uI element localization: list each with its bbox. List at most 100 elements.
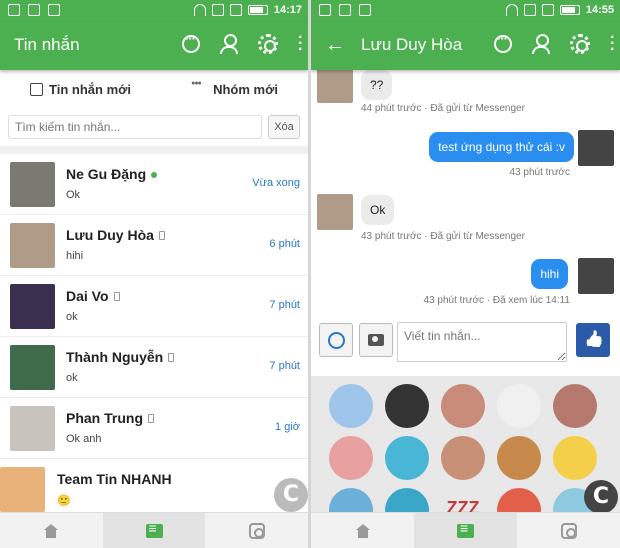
conversation-name: Lưu Duy Hòa (66, 227, 165, 243)
status-bar: 14:17 (0, 0, 308, 22)
avatar (317, 67, 353, 103)
notification-icon (339, 4, 351, 16)
page-title: Tin nhắn (14, 35, 80, 54)
sticker-panel: ZZZ (311, 376, 620, 532)
message-bubble-out: hihi (531, 259, 568, 289)
avatar (10, 345, 55, 390)
instagram-icon (560, 522, 577, 539)
conversation-preview: ok (66, 372, 78, 384)
conversation-list-screen: 14:17 Tin nhắn ··· Tin nhắn mới Nhóm mới… (0, 0, 308, 548)
new-message-button[interactable]: Tin nhắn mới (30, 82, 131, 97)
conversation-preview: ok (66, 311, 78, 323)
conversation-row[interactable]: Team Tin NHANH🙂T7 (0, 459, 308, 519)
mobile-icon (113, 292, 120, 301)
home-icon (43, 523, 59, 538)
message-meta: 43 phút trước · Đã gửi từ Messenger (361, 231, 525, 242)
message-meta: 44 phút trước · Đã gửi từ Messenger (361, 103, 525, 114)
status-time: 14:17 (273, 4, 302, 16)
chat-icon (145, 520, 163, 538)
conversation-name: Dai Vo (66, 288, 120, 304)
conversation-row[interactable]: Ne Gu Đặng Ok Vừa xong (0, 154, 308, 215)
avatar (10, 284, 55, 329)
sticker-item[interactable] (385, 384, 429, 428)
search-row: Xóa (0, 108, 308, 154)
conversation-name: Team Tin NHANH (57, 471, 172, 487)
gear-icon[interactable] (258, 34, 278, 54)
chat-icon (457, 520, 474, 538)
sim-icon (541, 4, 554, 16)
user-add-icon[interactable] (532, 34, 550, 54)
like-button[interactable] (576, 323, 610, 357)
sticker-item[interactable] (441, 436, 485, 480)
tab-home[interactable] (311, 513, 414, 548)
conversation-name: Phan Trung (66, 410, 154, 426)
conversation-preview: hihi (66, 250, 84, 262)
chat-title: Lưu Duy Hòa (361, 35, 463, 54)
camera-icon (368, 334, 384, 346)
sticker-item[interactable] (329, 384, 373, 428)
sticker-item[interactable] (553, 436, 597, 480)
message-input[interactable] (397, 322, 567, 362)
sticker-item[interactable] (441, 384, 485, 428)
conversation-row[interactable]: Lưu Duy Hòa hihi 6 phút (0, 215, 308, 276)
message-composer (311, 318, 620, 376)
new-group-label: Nhóm mới (213, 81, 278, 97)
sticker-item[interactable] (329, 436, 373, 480)
more-icon[interactable]: · · · (298, 30, 303, 58)
sticker-item[interactable] (497, 436, 541, 480)
chat-screen: 14:55 ← Lưu Duy Hòa ··· ?? 44 phút trước… (311, 0, 620, 548)
tab-home[interactable] (0, 513, 103, 548)
message-bubble-in: ?? (361, 70, 393, 100)
notification-icon (28, 4, 40, 16)
smile-icon (328, 332, 345, 349)
tab-instagram[interactable] (517, 513, 620, 548)
new-actions-bar: Tin nhắn mới Nhóm mới (0, 70, 308, 108)
wifi-icon (505, 4, 518, 16)
conversation-time: Vừa xong (252, 177, 300, 189)
messenger-icon[interactable] (494, 31, 512, 53)
user-add-icon[interactable] (220, 34, 238, 54)
tab-instagram[interactable] (205, 513, 308, 548)
message-meta: 43 phút trước · Đã xem lúc 14:11 (423, 295, 570, 306)
avatar (10, 162, 55, 207)
sticker-item[interactable] (385, 436, 429, 480)
conversation-list: Ne Gu Đặng Ok Vừa xong Lưu Duy Hòa hihi 6 phú… (0, 154, 308, 519)
clear-button[interactable]: Xóa (268, 115, 300, 139)
notification-icon (319, 4, 331, 16)
group-icon (191, 80, 207, 94)
conversation-time: 1 giờ (275, 421, 300, 433)
battery-icon (247, 5, 268, 15)
watermark-logo: C (584, 480, 618, 514)
search-input[interactable] (8, 115, 262, 139)
tab-messages[interactable] (414, 513, 517, 548)
sticker-button[interactable] (319, 323, 353, 357)
edit-icon (30, 82, 44, 96)
messenger-icon[interactable] (182, 31, 200, 53)
avatar (578, 130, 614, 166)
gear-icon[interactable] (570, 34, 590, 54)
notification-icon (8, 4, 20, 16)
instagram-icon (248, 522, 265, 539)
bottom-nav (0, 512, 308, 548)
conversation-preview: 🙂 (57, 495, 71, 507)
tab-messages[interactable] (102, 513, 206, 548)
message-meta: 43 phút trước (509, 167, 570, 178)
mobile-icon (168, 353, 175, 362)
conversation-row[interactable]: Thành Nguyễn ok 7 phút (0, 337, 308, 398)
bottom-nav (311, 512, 620, 548)
new-group-button[interactable]: Nhóm mới (191, 80, 278, 97)
sticker-item[interactable] (497, 384, 541, 428)
conversation-row[interactable]: Dai Vo ok 7 phút (0, 276, 308, 337)
back-arrow-icon[interactable]: ← (325, 34, 345, 57)
sticker-item[interactable] (553, 384, 597, 428)
sim-icon (211, 4, 224, 16)
conversation-name: Thành Nguyễn (66, 349, 175, 365)
photo-button[interactable] (359, 323, 393, 357)
conversation-time: 6 phút (269, 238, 300, 250)
app-bar: ← Lưu Duy Hòa ··· (311, 22, 620, 70)
app-bar: Tin nhắn ··· (0, 22, 308, 70)
conversation-row[interactable]: Phan Trung Ok anh 1 giờ (0, 398, 308, 459)
mobile-icon (158, 231, 165, 240)
status-bar: 14:55 (311, 0, 620, 22)
more-icon[interactable]: · · · (610, 30, 615, 58)
